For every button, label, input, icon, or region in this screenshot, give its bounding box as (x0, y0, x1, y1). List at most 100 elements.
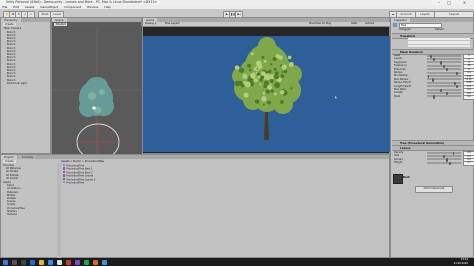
unity-taskbar-icon[interactable] (57, 259, 62, 265)
task-view-icon[interactable] (21, 259, 26, 265)
hierarchy-create-button[interactable]: Create (3, 22, 16, 26)
layer-dropdown[interactable]: Default (435, 28, 444, 31)
hierarchy-item[interactable]: Directional Light (7, 82, 27, 85)
leaf-detail (269, 79, 274, 83)
add-component-button[interactable]: Add Component (415, 186, 453, 193)
slider-track[interactable] (427, 68, 461, 72)
foliage-cluster (258, 37, 276, 55)
gizmos-dropdown[interactable]: Gizmos (365, 22, 374, 26)
scene-tabbar: Scene (52, 18, 141, 22)
system-clock[interactable]: 13:19 21.06.2016 (454, 258, 468, 266)
slider-handle[interactable] (449, 161, 452, 166)
hierarchy-tabbar: Hierarchy (1, 18, 50, 22)
leaf-detail (260, 71, 266, 76)
leaf-detail (280, 90, 285, 95)
project-file-list: ProceduralTree ProceduralTree Bark 1 Proce… (63, 164, 263, 214)
app-icon[interactable] (75, 259, 80, 265)
game-viewport[interactable] (143, 36, 391, 152)
slider-label: Height (394, 161, 403, 165)
slider-value-field[interactable]: 0.7 (463, 161, 474, 167)
file-icon (63, 167, 66, 170)
tab-inspector[interactable]: Inspector (391, 18, 411, 22)
game-toolbar: Display 1 Free Aspect Maximize On Play S… (143, 22, 391, 27)
leaf-detail (263, 84, 267, 89)
slider-track[interactable] (427, 85, 461, 89)
leaf-detail (261, 55, 265, 59)
store-icon[interactable] (48, 259, 53, 265)
leaf-detail (270, 63, 273, 66)
leaf-detail (242, 73, 248, 79)
app-icon[interactable] (93, 259, 98, 265)
windows-start-icon[interactable] (3, 259, 8, 265)
leaf-detail (256, 72, 261, 76)
slider-track[interactable] (427, 64, 461, 69)
favorites-item[interactable]: All Scripts (6, 177, 18, 180)
slider-track[interactable] (427, 88, 461, 92)
file-explorer-icon[interactable] (39, 259, 44, 265)
taskbar: 13:19 21.06.2016 (0, 258, 474, 266)
app-icon[interactable] (102, 259, 107, 265)
leaf-detail (234, 65, 240, 70)
slider-row: Height 0.7 (392, 161, 474, 167)
project-scrollbar[interactable] (57, 163, 61, 258)
tag-dropdown[interactable]: Untagged (399, 28, 411, 31)
file-icon (63, 174, 66, 177)
leaf-detail (274, 82, 281, 89)
leaf-detail (288, 62, 294, 68)
slider-track[interactable] (427, 161, 461, 166)
slider-track[interactable] (427, 151, 461, 155)
tab-console[interactable]: Console (19, 155, 37, 159)
stats-toggle[interactable]: Stats (351, 22, 357, 26)
display-dropdown[interactable]: Display 1 (145, 22, 157, 26)
slider-track[interactable] (427, 71, 461, 75)
leaf-detail (273, 67, 277, 71)
slider-track[interactable] (427, 158, 461, 162)
slider-track[interactable] (427, 57, 461, 62)
inspector-panel: Inspector Tree Untagged Default Transfor… (390, 17, 474, 258)
slider-track[interactable] (427, 74, 461, 79)
leaf-detail (281, 64, 287, 70)
leaf-detail (263, 80, 269, 86)
file-icon (63, 177, 66, 180)
search-icon[interactable] (12, 259, 17, 265)
scene-viewport[interactable] (52, 26, 142, 154)
file-icon (63, 181, 66, 184)
slider-handle[interactable] (433, 95, 436, 99)
folder-item[interactable]: Textures (7, 213, 17, 216)
leaf-detail (239, 82, 244, 86)
edge-icon[interactable] (30, 259, 35, 265)
tab-project[interactable]: Project (1, 155, 17, 159)
scene-panel: Scene Shaded (51, 17, 142, 154)
leaf-detail (261, 96, 267, 102)
leaf-detail (273, 92, 277, 96)
leaf-detail (290, 87, 293, 90)
aspect-dropdown[interactable]: Free Aspect (165, 22, 180, 26)
hierarchy-panel: Hierarchy Create Main Camera Branch Branc… (0, 17, 51, 154)
maximize-on-play-toggle[interactable]: Maximize On Play (309, 22, 331, 26)
app-icon[interactable] (84, 259, 89, 265)
material-preview-icon (393, 174, 403, 184)
component-title: Leaves (400, 146, 411, 150)
slider-track[interactable] (427, 154, 461, 159)
slider-track[interactable] (427, 95, 461, 99)
slider-track[interactable] (427, 78, 461, 82)
leaf-detail (238, 67, 245, 73)
slider-track[interactable] (427, 54, 461, 58)
slider-track[interactable] (427, 81, 461, 86)
leaf-detail (248, 68, 252, 72)
leaf-detail (268, 69, 272, 74)
file-item[interactable]: ProceduralTree (63, 181, 84, 184)
tab-hierarchy[interactable]: Hierarchy (1, 18, 21, 22)
leaf-detail (279, 100, 284, 104)
leaf-detail (283, 69, 288, 74)
project-panel: Project Console Create Assets > Demo > P… (0, 154, 390, 258)
slider-track[interactable] (427, 91, 461, 96)
leaf-detail (257, 66, 261, 70)
slider-track[interactable] (427, 61, 461, 65)
leaf-detail (273, 75, 276, 78)
app-icon[interactable] (66, 259, 71, 265)
leaf-detail (263, 59, 267, 63)
slider-value-field[interactable]: 0.2 (463, 95, 474, 100)
leaf-detail (267, 100, 271, 105)
tab-scene[interactable]: Scene (52, 18, 67, 22)
